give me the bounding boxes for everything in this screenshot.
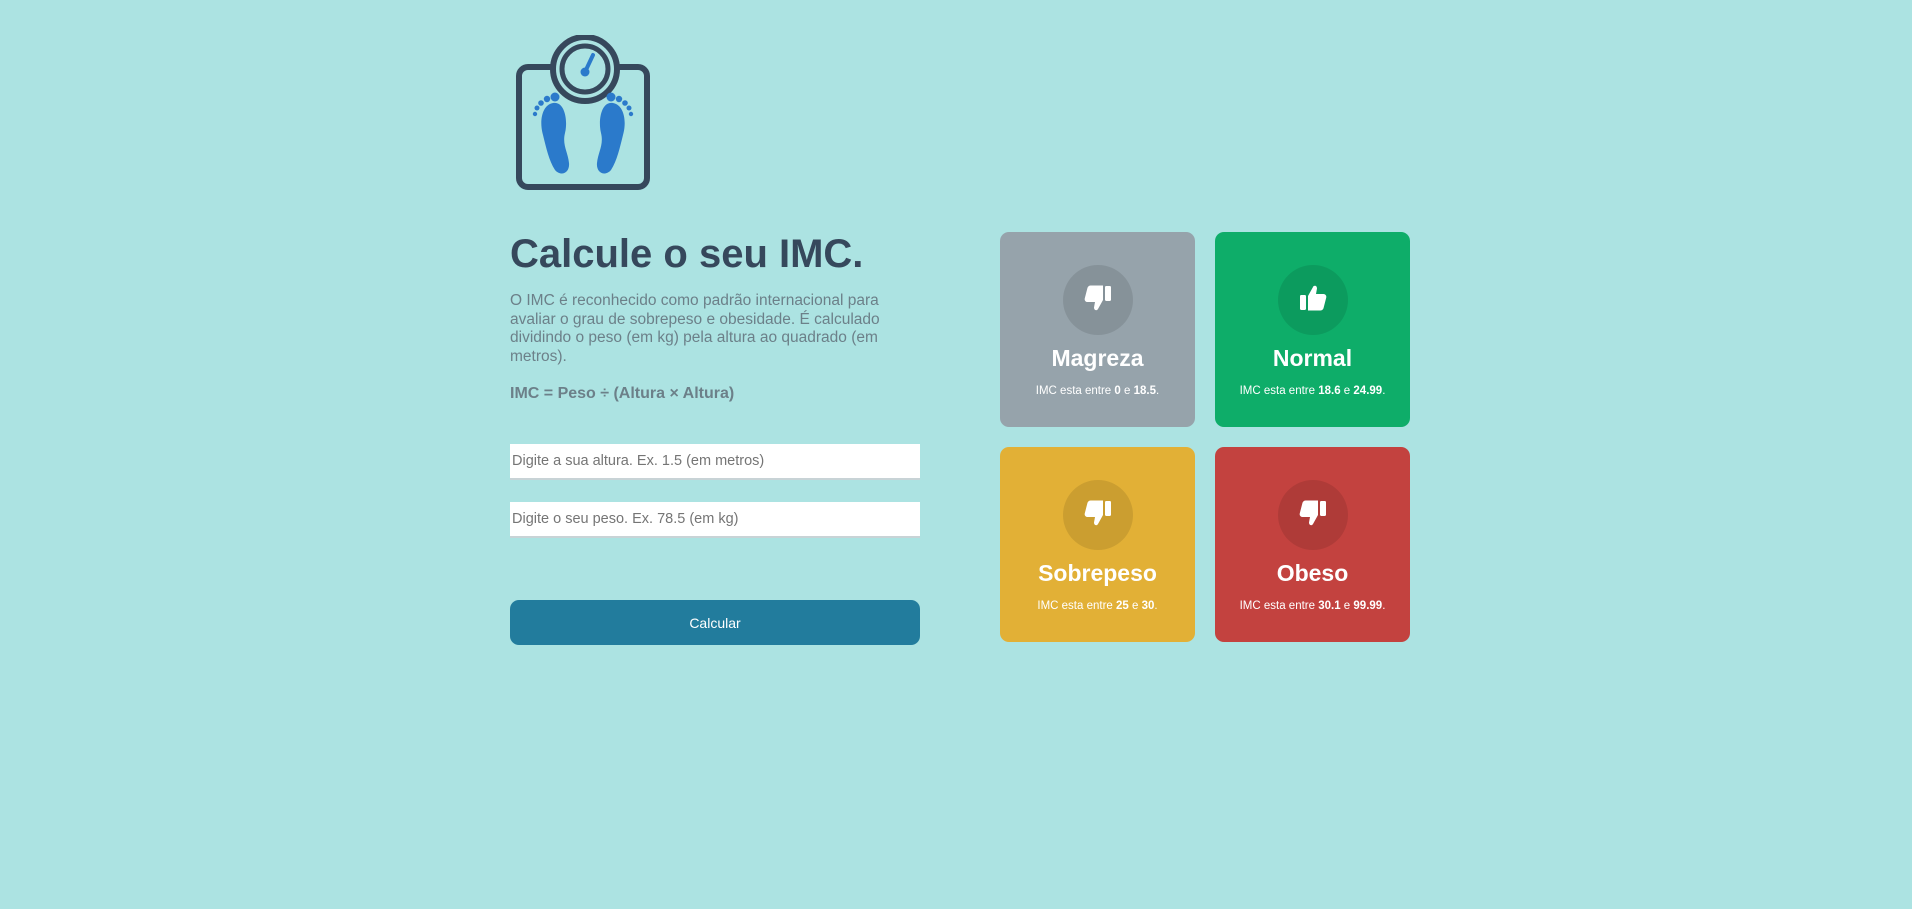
card-range-text: IMC esta entre 0 e 18.5. <box>1035 385 1160 397</box>
range-max: 24.99 <box>1353 385 1383 397</box>
card-normal: Normal IMC esta entre 18.6 e 24.99. <box>1215 232 1410 427</box>
height-input[interactable] <box>510 444 920 480</box>
card-range-text: IMC esta entre 18.6 e 24.99. <box>1239 385 1386 397</box>
range-max: 18.5 <box>1133 385 1156 397</box>
card-magreza: Magreza IMC esta entre 0 e 18.5. <box>1000 232 1195 427</box>
card-obeso: Obeso IMC esta entre 30.1 e 99.99. <box>1215 447 1410 642</box>
scale-feet-icon <box>515 34 655 190</box>
card-title: Sobrepeso <box>1038 560 1157 586</box>
weight-input[interactable] <box>510 502 920 538</box>
imc-formula: IMC = Peso ÷ (Altura × Altura) <box>510 385 735 402</box>
calculate-button[interactable]: Calcular <box>510 600 920 645</box>
icon-circle <box>1277 265 1348 335</box>
card-sobrepeso: Sobrepeso IMC esta entre 25 e 30. <box>1000 447 1195 642</box>
thumbs-up-icon <box>1297 282 1329 319</box>
card-range-text: IMC esta entre 30.1 e 99.99. <box>1239 600 1386 612</box>
range-min: 30.1 <box>1318 600 1341 612</box>
thumbs-down-icon <box>1082 497 1114 534</box>
icon-circle <box>1062 265 1133 335</box>
range-min: 25 <box>1116 600 1129 612</box>
imc-form-section: Calcule o seu IMC. O IMC é reconhecido c… <box>510 228 920 645</box>
card-title: Normal <box>1272 345 1353 371</box>
card-title: Obeso <box>1276 560 1349 586</box>
icon-circle <box>1277 480 1348 550</box>
range-max: 99.99 <box>1353 600 1383 612</box>
thumbs-down-icon <box>1297 497 1329 534</box>
card-title: Magreza <box>1051 345 1144 371</box>
page-title: Calcule o seu IMC. <box>510 232 864 276</box>
icon-circle <box>1062 480 1133 550</box>
imc-classification-grid: Magreza IMC esta entre 0 e 18.5. Normal … <box>1000 232 1410 642</box>
range-max: 30 <box>1141 600 1155 612</box>
card-range-text: IMC esta entre 25 e 30. <box>1037 600 1158 612</box>
page-description: O IMC é reconhecido como padrão internac… <box>510 292 880 365</box>
range-min: 18.6 <box>1318 385 1341 397</box>
thumbs-down-icon <box>1082 282 1114 319</box>
